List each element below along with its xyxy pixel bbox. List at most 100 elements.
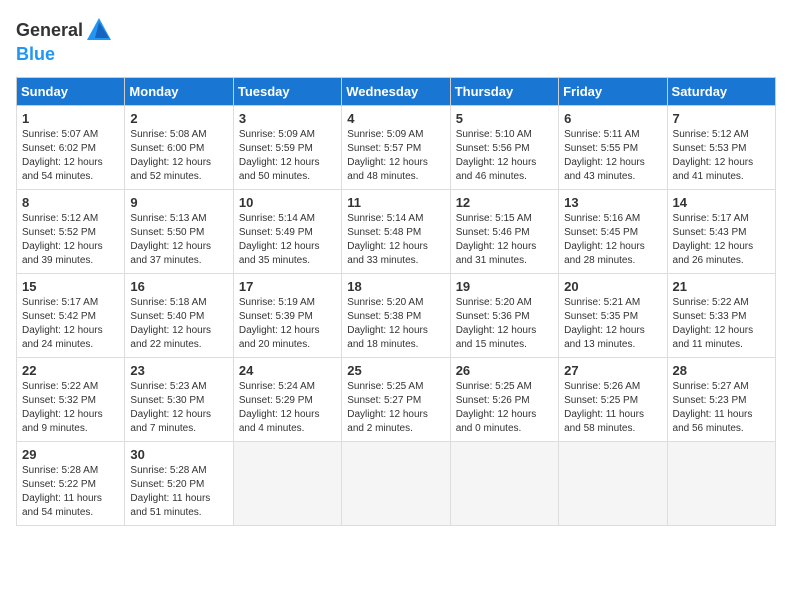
day-number: 22 <box>22 363 119 378</box>
day-info: Sunrise: 5:12 AMSunset: 5:53 PMDaylight:… <box>673 128 770 184</box>
calendar-cell: 10 Sunrise: 5:14 AMSunset: 5:49 PMDayligh… <box>233 190 341 274</box>
calendar-cell: 5 Sunrise: 5:10 AMSunset: 5:56 PMDaylight… <box>450 106 558 190</box>
calendar-cell: 3 Sunrise: 5:09 AMSunset: 5:59 PMDaylight… <box>233 106 341 190</box>
day-info: Sunrise: 5:28 AMSunset: 5:20 PMDaylight:… <box>130 464 227 520</box>
logo-blue: Blue <box>16 44 113 65</box>
calendar-cell: 28 Sunrise: 5:27 AMSunset: 5:23 PMDayligh… <box>667 358 775 442</box>
day-info: Sunrise: 5:22 AMSunset: 5:32 PMDaylight:… <box>22 380 119 436</box>
calendar-cell: 12Sunrise: 5:15 AMSunset: 5:46 PMDayligh… <box>450 190 558 274</box>
calendar-cell: 8Sunrise: 5:12 AMSunset: 5:52 PMDaylight… <box>17 190 125 274</box>
day-info: Sunrise: 5:25 AMSunset: 5:26 PMDaylight:… <box>456 380 553 436</box>
day-info: Sunrise: 5:14 AMSunset: 5:48 PMDaylight:… <box>347 212 444 268</box>
day-number: 26 <box>456 363 553 378</box>
calendar-cell: 18 Sunrise: 5:20 AMSunset: 5:38 PMDayligh… <box>342 274 450 358</box>
day-number: 19 <box>456 279 553 294</box>
logo-general: General <box>16 20 83 41</box>
calendar-cell: 17Sunrise: 5:19 AMSunset: 5:39 PMDayligh… <box>233 274 341 358</box>
calendar-week-row: 1 Sunrise: 5:07 AMSunset: 6:02 PMDaylight… <box>17 106 776 190</box>
day-info: Sunrise: 5:17 AMSunset: 5:43 PMDaylight:… <box>673 212 770 268</box>
day-number: 25 <box>347 363 444 378</box>
calendar-cell: 7Sunrise: 5:12 AMSunset: 5:53 PMDaylight… <box>667 106 775 190</box>
day-info: Sunrise: 5:10 AMSunset: 5:56 PMDaylight:… <box>456 128 553 184</box>
weekday-header-sunday: Sunday <box>17 78 125 106</box>
day-number: 23 <box>130 363 227 378</box>
day-number: 11 <box>347 195 444 210</box>
calendar-cell: 19 Sunrise: 5:20 AMSunset: 5:36 PMDayligh… <box>450 274 558 358</box>
day-info: Sunrise: 5:14 AMSunset: 5:49 PMDaylight:… <box>239 212 336 268</box>
calendar-cell: 9 Sunrise: 5:13 AMSunset: 5:50 PMDaylight… <box>125 190 233 274</box>
calendar-cell: 23Sunrise: 5:23 AMSunset: 5:30 PMDayligh… <box>125 358 233 442</box>
calendar-cell: 26 Sunrise: 5:25 AMSunset: 5:26 PMDayligh… <box>450 358 558 442</box>
calendar-cell: 1 Sunrise: 5:07 AMSunset: 6:02 PMDaylight… <box>17 106 125 190</box>
calendar-week-row: 15 Sunrise: 5:17 AMSunset: 5:42 PMDayligh… <box>17 274 776 358</box>
day-info: Sunrise: 5:26 AMSunset: 5:25 PMDaylight:… <box>564 380 661 436</box>
calendar-cell: 11 Sunrise: 5:14 AMSunset: 5:48 PMDayligh… <box>342 190 450 274</box>
day-number: 3 <box>239 111 336 126</box>
page-header: General Blue <box>16 16 776 65</box>
day-number: 10 <box>239 195 336 210</box>
day-number: 13 <box>564 195 661 210</box>
day-number: 27 <box>564 363 661 378</box>
logo-icon <box>85 16 113 44</box>
weekday-header-monday: Monday <box>125 78 233 106</box>
calendar-cell: 2 Sunrise: 5:08 AMSunset: 6:00 PMDaylight… <box>125 106 233 190</box>
weekday-header-saturday: Saturday <box>667 78 775 106</box>
day-info: Sunrise: 5:18 AMSunset: 5:40 PMDaylight:… <box>130 296 227 352</box>
calendar-week-row: 8Sunrise: 5:12 AMSunset: 5:52 PMDaylight… <box>17 190 776 274</box>
day-number: 28 <box>673 363 770 378</box>
weekday-header-friday: Friday <box>559 78 667 106</box>
day-number: 14 <box>673 195 770 210</box>
day-info: Sunrise: 5:28 AMSunset: 5:22 PMDaylight:… <box>22 464 119 520</box>
weekday-header-tuesday: Tuesday <box>233 78 341 106</box>
calendar-cell: 25Sunrise: 5:25 AMSunset: 5:27 PMDayligh… <box>342 358 450 442</box>
calendar-cell: 22 Sunrise: 5:22 AMSunset: 5:32 PMDayligh… <box>17 358 125 442</box>
calendar-cell <box>233 442 341 526</box>
day-number: 2 <box>130 111 227 126</box>
day-number: 24 <box>239 363 336 378</box>
day-number: 1 <box>22 111 119 126</box>
calendar-cell: 30 Sunrise: 5:28 AMSunset: 5:20 PMDayligh… <box>125 442 233 526</box>
day-info: Sunrise: 5:21 AMSunset: 5:35 PMDaylight:… <box>564 296 661 352</box>
logo: General Blue <box>16 16 113 65</box>
calendar-cell <box>342 442 450 526</box>
day-info: Sunrise: 5:22 AMSunset: 5:33 PMDaylight:… <box>673 296 770 352</box>
calendar-cell: 27 Sunrise: 5:26 AMSunset: 5:25 PMDayligh… <box>559 358 667 442</box>
calendar-cell: 16 Sunrise: 5:18 AMSunset: 5:40 PMDayligh… <box>125 274 233 358</box>
day-info: Sunrise: 5:07 AMSunset: 6:02 PMDaylight:… <box>22 128 119 184</box>
calendar-cell: 13 Sunrise: 5:16 AMSunset: 5:45 PMDayligh… <box>559 190 667 274</box>
day-info: Sunrise: 5:09 AMSunset: 5:59 PMDaylight:… <box>239 128 336 184</box>
day-number: 4 <box>347 111 444 126</box>
calendar-cell: 24Sunrise: 5:24 AMSunset: 5:29 PMDayligh… <box>233 358 341 442</box>
day-number: 17 <box>239 279 336 294</box>
day-number: 29 <box>22 447 119 462</box>
calendar-week-row: 22 Sunrise: 5:22 AMSunset: 5:32 PMDayligh… <box>17 358 776 442</box>
day-info: Sunrise: 5:08 AMSunset: 6:00 PMDaylight:… <box>130 128 227 184</box>
calendar-cell: 14 Sunrise: 5:17 AMSunset: 5:43 PMDayligh… <box>667 190 775 274</box>
day-number: 5 <box>456 111 553 126</box>
day-number: 21 <box>673 279 770 294</box>
calendar-cell <box>450 442 558 526</box>
weekday-header-wednesday: Wednesday <box>342 78 450 106</box>
calendar-table: SundayMondayTuesdayWednesdayThursdayFrid… <box>16 77 776 526</box>
calendar-cell: 15 Sunrise: 5:17 AMSunset: 5:42 PMDayligh… <box>17 274 125 358</box>
day-info: Sunrise: 5:27 AMSunset: 5:23 PMDaylight:… <box>673 380 770 436</box>
day-info: Sunrise: 5:17 AMSunset: 5:42 PMDaylight:… <box>22 296 119 352</box>
weekday-header-row: SundayMondayTuesdayWednesdayThursdayFrid… <box>17 78 776 106</box>
day-number: 8 <box>22 195 119 210</box>
calendar-cell: 29 Sunrise: 5:28 AMSunset: 5:22 PMDayligh… <box>17 442 125 526</box>
calendar-cell: 20Sunrise: 5:21 AMSunset: 5:35 PMDayligh… <box>559 274 667 358</box>
day-number: 15 <box>22 279 119 294</box>
day-info: Sunrise: 5:20 AMSunset: 5:36 PMDaylight:… <box>456 296 553 352</box>
calendar-cell <box>667 442 775 526</box>
weekday-header-thursday: Thursday <box>450 78 558 106</box>
day-number: 30 <box>130 447 227 462</box>
day-info: Sunrise: 5:11 AMSunset: 5:55 PMDaylight:… <box>564 128 661 184</box>
day-info: Sunrise: 5:13 AMSunset: 5:50 PMDaylight:… <box>130 212 227 268</box>
day-number: 12 <box>456 195 553 210</box>
day-info: Sunrise: 5:16 AMSunset: 5:45 PMDaylight:… <box>564 212 661 268</box>
calendar-cell: 4Sunrise: 5:09 AMSunset: 5:57 PMDaylight… <box>342 106 450 190</box>
day-number: 18 <box>347 279 444 294</box>
day-number: 16 <box>130 279 227 294</box>
day-info: Sunrise: 5:20 AMSunset: 5:38 PMDaylight:… <box>347 296 444 352</box>
day-number: 9 <box>130 195 227 210</box>
